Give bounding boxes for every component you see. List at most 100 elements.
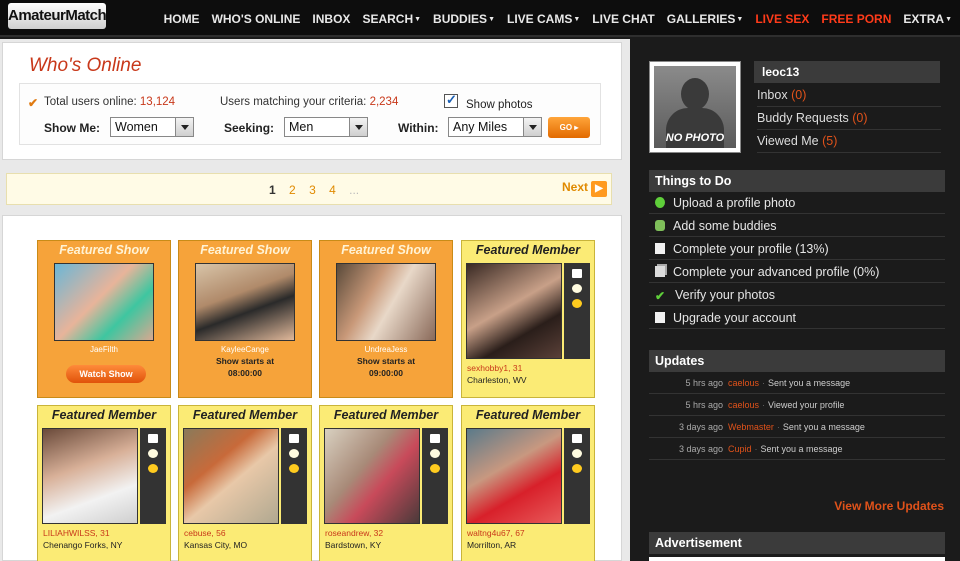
nav-home[interactable]: HOME	[164, 12, 200, 26]
update-user-link[interactable]: caelous	[728, 400, 759, 410]
caret-down-icon: ▼	[414, 15, 422, 23]
wink-icon[interactable]	[430, 464, 440, 473]
seeking-select[interactable]: Men	[284, 117, 368, 137]
total-users-online: Total users online: 13,124	[44, 96, 176, 108]
wink-icon[interactable]	[572, 299, 582, 308]
card-title: Featured Member	[475, 408, 581, 422]
top-navigation-bar: AmateurMatch HOME WHO'S ONLINE INBOX SEA…	[0, 0, 960, 37]
show-me-select[interactable]: Women	[110, 117, 194, 137]
member-actions	[140, 428, 166, 524]
featured-show-card[interactable]: Featured Show JaeFilth Watch Show	[37, 240, 171, 398]
buddy-requests-link[interactable]: Buddy Requests (0)	[757, 111, 941, 130]
update-item: 5 hrs ago caelous · Sent you a message	[649, 372, 945, 394]
inbox-link[interactable]: Inbox (0)	[757, 88, 941, 107]
member-actions	[422, 428, 448, 524]
todo-verify-photos[interactable]: ✔ Verify your photos	[649, 284, 945, 306]
update-user-link[interactable]: Webmaster	[728, 422, 774, 432]
todo-add-buddies[interactable]: Add some buddies	[649, 215, 945, 237]
todo-upload-photo[interactable]: Upload a profile photo	[649, 192, 945, 214]
member-name[interactable]: sexhobby1, 31	[467, 363, 599, 373]
card-title: Featured Member	[333, 408, 439, 422]
mail-icon[interactable]	[572, 434, 582, 443]
member-photo[interactable]	[42, 428, 138, 524]
todo-upgrade-account[interactable]: Upgrade your account	[649, 307, 945, 329]
member-photo[interactable]	[324, 428, 420, 524]
site-logo[interactable]: AmateurMatch	[8, 3, 107, 29]
chat-icon[interactable]	[572, 284, 582, 293]
member-photo[interactable]	[466, 428, 562, 524]
mail-icon[interactable]	[572, 269, 582, 278]
buddies-icon	[655, 220, 665, 231]
nav-inbox[interactable]: INBOX	[312, 12, 350, 26]
upload-icon	[655, 197, 665, 208]
update-user-link[interactable]: Cupid	[728, 444, 752, 454]
dropdown-arrow-icon	[349, 118, 367, 136]
nav-galleries[interactable]: GALLERIES▼	[667, 12, 744, 26]
nav-live-sex[interactable]: LIVE SEX	[755, 12, 809, 26]
chat-icon[interactable]	[430, 449, 440, 458]
search-criteria: ✔ Total users online: 13,124 Users match…	[19, 83, 601, 145]
viewed-me-link[interactable]: Viewed Me (5)	[757, 134, 941, 153]
nav-buddies[interactable]: BUDDIES▼	[433, 12, 495, 26]
show-photo[interactable]	[195, 263, 295, 341]
todo-advanced-profile[interactable]: Complete your advanced profile (0%)	[649, 261, 945, 283]
wink-icon[interactable]	[572, 464, 582, 473]
mail-icon[interactable]	[289, 434, 299, 443]
update-user-link[interactable]: caelous	[728, 378, 759, 388]
no-photo-label: NO PHOTO	[665, 132, 725, 144]
show-photo[interactable]	[336, 263, 436, 341]
view-more-updates-link[interactable]: View More Updates	[834, 499, 944, 513]
featured-member-card[interactable]: Featured Member waltng4u67, 67 Morrilton…	[461, 405, 595, 561]
show-photos-label: Show photos	[466, 99, 533, 111]
chat-icon[interactable]	[572, 449, 582, 458]
nav-whos-online[interactable]: WHO'S ONLINE	[212, 12, 301, 26]
featured-member-card[interactable]: Featured Member roseandrew, 32 Bardstown…	[319, 405, 453, 561]
watch-show-button[interactable]: Watch Show	[66, 365, 146, 383]
nav-search[interactable]: SEARCH▼	[362, 12, 421, 26]
within-select[interactable]: Any Miles	[448, 117, 542, 137]
page-link-3[interactable]: 3	[309, 183, 316, 197]
username[interactable]: leoc13	[754, 61, 940, 83]
go-button[interactable]: GO ▸	[548, 117, 590, 138]
advertisement-banner[interactable]	[649, 557, 945, 561]
mail-icon[interactable]	[430, 434, 440, 443]
performer-name[interactable]: KayleeCange	[179, 345, 311, 354]
chat-icon[interactable]	[289, 449, 299, 458]
member-photo[interactable]	[466, 263, 562, 359]
featured-member-card[interactable]: Featured Member cebuse, 56 Kansas City, …	[178, 405, 312, 561]
next-page-button[interactable]: Next ▶	[562, 180, 607, 197]
nav-live-cams[interactable]: LIVE CAMS▼	[507, 12, 580, 26]
nav-live-chat[interactable]: LIVE CHAT	[592, 12, 654, 26]
featured-member-card[interactable]: Featured Member sexhobby1, 31 Charleston…	[461, 240, 595, 398]
wink-icon[interactable]	[289, 464, 299, 473]
featured-member-card[interactable]: Featured Member LILIAHWILSS, 31 Chenango…	[37, 405, 171, 561]
card-title: Featured Show	[200, 243, 290, 257]
member-name[interactable]: roseandrew, 32	[325, 528, 457, 538]
caret-down-icon: ▼	[736, 15, 744, 23]
nav-free-porn[interactable]: FREE PORN	[821, 12, 891, 26]
member-name[interactable]: waltng4u67, 67	[467, 528, 599, 538]
updates-header: Updates	[649, 350, 945, 372]
mail-icon[interactable]	[148, 434, 158, 443]
member-photo[interactable]	[183, 428, 279, 524]
chat-icon[interactable]	[148, 449, 158, 458]
dropdown-arrow-icon	[523, 118, 541, 136]
member-actions	[281, 428, 307, 524]
performer-name[interactable]: JaeFilth	[38, 345, 170, 354]
page-ellipsis: ...	[349, 183, 360, 197]
page-link-4[interactable]: 4	[329, 183, 336, 197]
member-name[interactable]: cebuse, 56	[184, 528, 316, 538]
performer-name[interactable]: UndreaJess	[320, 345, 452, 354]
page-link-1[interactable]: 1	[269, 183, 276, 197]
featured-show-card[interactable]: Featured Show UndreaJess Show starts at …	[319, 240, 453, 398]
wink-icon[interactable]	[148, 464, 158, 473]
todo-complete-profile[interactable]: Complete your profile (13%)	[649, 238, 945, 260]
page-link-2[interactable]: 2	[289, 183, 296, 197]
nav-extra[interactable]: EXTRA▼	[903, 12, 952, 26]
member-name[interactable]: LILIAHWILSS, 31	[43, 528, 175, 538]
show-photo[interactable]	[54, 263, 154, 341]
avatar[interactable]: NO PHOTO	[649, 61, 741, 153]
featured-show-card[interactable]: Featured Show KayleeCange Show starts at…	[178, 240, 312, 398]
documents-icon	[655, 266, 665, 277]
show-photos-checkbox[interactable]	[444, 92, 458, 108]
